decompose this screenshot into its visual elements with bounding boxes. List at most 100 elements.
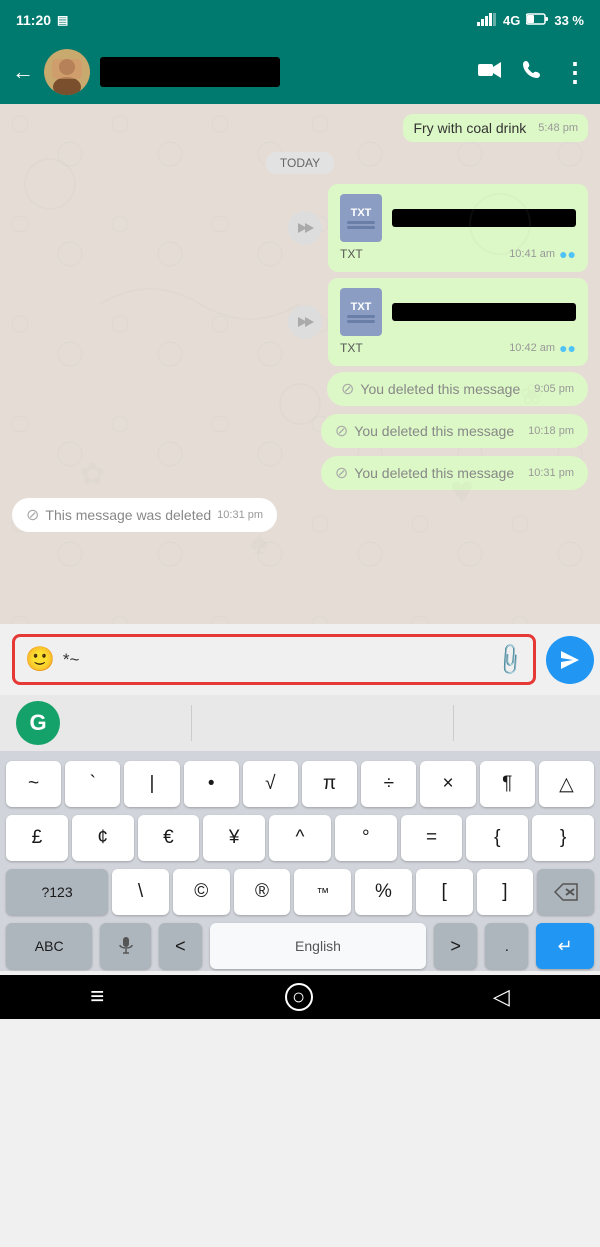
- file-name-redacted-2: [392, 303, 576, 321]
- delete-icon-3: ⊘: [335, 463, 348, 483]
- deleted-text-2: You deleted this message: [354, 423, 514, 439]
- nav-home-icon[interactable]: ○: [285, 983, 313, 1011]
- bottom-navigation: ≡ ○ ◁: [0, 975, 600, 1019]
- old-message-row: Fry with coal drink 5:48 pm: [12, 114, 588, 142]
- old-message-text: Fry with coal drink: [413, 120, 526, 136]
- signal-bars: [477, 12, 497, 29]
- key-rbrace[interactable]: }: [532, 815, 594, 861]
- key-triangle[interactable]: △: [539, 761, 594, 807]
- file-name-redacted-1: [392, 209, 576, 227]
- read-receipt-2: ●●: [559, 340, 576, 356]
- file-ext-1: TXT: [340, 247, 363, 261]
- deleted-sent-1: ⊘ You deleted this message 9:05 pm: [12, 372, 588, 406]
- delete-icon-2: ⊘: [335, 421, 348, 441]
- deleted-time-1: 9:05 pm: [534, 383, 574, 395]
- status-bar: 11:20 ▤ 4G 33 %: [0, 0, 600, 40]
- contact-avatar[interactable]: [44, 49, 90, 95]
- nav-back-icon[interactable]: ◁: [493, 984, 510, 1010]
- key-caret[interactable]: ^: [269, 815, 331, 861]
- file-type-icon-1: TXT: [340, 194, 382, 242]
- key-pi[interactable]: π: [302, 761, 357, 807]
- key-backspace[interactable]: [537, 869, 594, 915]
- send-button[interactable]: [546, 636, 594, 684]
- key-equals[interactable]: =: [401, 815, 463, 861]
- forward-icon-2[interactable]: [288, 305, 322, 339]
- deleted-time-3: 10:31 pm: [528, 467, 574, 479]
- file-type-icon-2: TXT: [340, 288, 382, 336]
- file-time-1: 10:41 am: [509, 248, 555, 260]
- key-greater-than[interactable]: >: [434, 923, 477, 969]
- nav-menu-icon[interactable]: ≡: [90, 983, 104, 1011]
- key-enter[interactable]: ↵: [536, 923, 594, 969]
- key-backslash[interactable]: \: [112, 869, 169, 915]
- key-bullet[interactable]: •: [184, 761, 239, 807]
- key-divide[interactable]: ÷: [361, 761, 416, 807]
- divider-1: [191, 705, 192, 741]
- network-type: 4G: [503, 13, 520, 28]
- deleted-sent-3: ⊘ You deleted this message 10:31 pm: [12, 456, 588, 490]
- deleted-received-1: ⊘ This message was deleted 10:31 pm: [12, 498, 588, 532]
- key-rbracket[interactable]: ]: [477, 869, 534, 915]
- key-registered[interactable]: ®: [234, 869, 291, 915]
- deleted-received-bubble-1: ⊘ This message was deleted 10:31 pm: [12, 498, 277, 532]
- file-ext-2: TXT: [340, 341, 363, 355]
- key-mic[interactable]: [100, 923, 150, 969]
- message-input[interactable]: [63, 650, 488, 670]
- key-pound[interactable]: £: [6, 815, 68, 861]
- contact-name-redacted: [100, 57, 280, 87]
- back-button[interactable]: ←: [12, 59, 34, 85]
- key-pipe[interactable]: |: [124, 761, 179, 807]
- send-icon: [559, 649, 581, 671]
- old-message-time: 5:48 pm: [538, 122, 578, 134]
- keyboard-dividers: [60, 705, 584, 741]
- emoji-button[interactable]: 🙂: [25, 645, 55, 674]
- video-call-icon[interactable]: [478, 59, 502, 85]
- key-tilde[interactable]: ~: [6, 761, 61, 807]
- key-sqrt[interactable]: √: [243, 761, 298, 807]
- read-receipt-1: ●●: [559, 246, 576, 262]
- key-lbracket[interactable]: [: [416, 869, 473, 915]
- keyboard-row-1: ~ ` | • √ π ÷ × ¶ △: [0, 759, 600, 809]
- file-bubble-2[interactable]: TXT TXT 10:42 am ●●: [328, 278, 588, 366]
- deleted-sent-bubble-2: ⊘ You deleted this message 10:18 pm: [321, 414, 588, 448]
- key-copyright[interactable]: ©: [173, 869, 230, 915]
- key-euro[interactable]: €: [138, 815, 200, 861]
- key-percent[interactable]: %: [355, 869, 412, 915]
- forward-icon-1[interactable]: [288, 211, 322, 245]
- delete-icon-1: ⊘: [341, 379, 354, 399]
- key-space[interactable]: English: [210, 923, 426, 969]
- key-degree[interactable]: °: [335, 815, 397, 861]
- file-bubble-1[interactable]: TXT TXT 10:41 am ●●: [328, 184, 588, 272]
- header-action-icons: ⋮: [478, 57, 588, 88]
- deleted-recv-time: 10:31 pm: [217, 509, 263, 521]
- key-123[interactable]: ?123: [6, 869, 108, 915]
- attach-button[interactable]: 📎: [490, 641, 528, 679]
- chat-messages: ♥ ✿ ♠ ❀ Fry with coal drink 5:48 pm TODA…: [0, 104, 600, 624]
- key-times[interactable]: ×: [420, 761, 475, 807]
- phone-call-icon[interactable]: [522, 59, 542, 85]
- old-message-bubble: Fry with coal drink 5:48 pm: [403, 114, 588, 142]
- key-pilcrow[interactable]: ¶: [480, 761, 535, 807]
- chat-header: ← ⋮: [0, 40, 600, 104]
- battery-icon: [526, 13, 548, 28]
- key-cent[interactable]: ¢: [72, 815, 134, 861]
- file-message-2: TXT TXT 10:42 am ●●: [12, 278, 588, 366]
- key-period[interactable]: .: [485, 923, 528, 969]
- key-lbrace[interactable]: {: [466, 815, 528, 861]
- key-less-than[interactable]: <: [159, 923, 202, 969]
- deleted-text-1: You deleted this message: [360, 381, 520, 397]
- key-abc[interactable]: ABC: [6, 923, 92, 969]
- sim-icon: ▤: [57, 13, 68, 27]
- message-input-bar[interactable]: 🙂 📎: [12, 634, 536, 685]
- menu-icon[interactable]: ⋮: [562, 57, 588, 88]
- grammarly-label: G: [29, 710, 46, 736]
- keyboard: ~ ` | • √ π ÷ × ¶ △ £ ¢ € ¥ ^ ° = { } ?1…: [0, 751, 600, 971]
- keyboard-row-4: ABC < English > . ↵: [0, 921, 600, 971]
- key-tm[interactable]: ™: [294, 869, 351, 915]
- grammarly-button[interactable]: G: [16, 701, 60, 745]
- deleted-time-2: 10:18 pm: [528, 425, 574, 437]
- status-indicators: 4G 33 %: [477, 12, 584, 29]
- key-backtick[interactable]: `: [65, 761, 120, 807]
- grammarly-bar: G: [0, 695, 600, 751]
- key-yen[interactable]: ¥: [203, 815, 265, 861]
